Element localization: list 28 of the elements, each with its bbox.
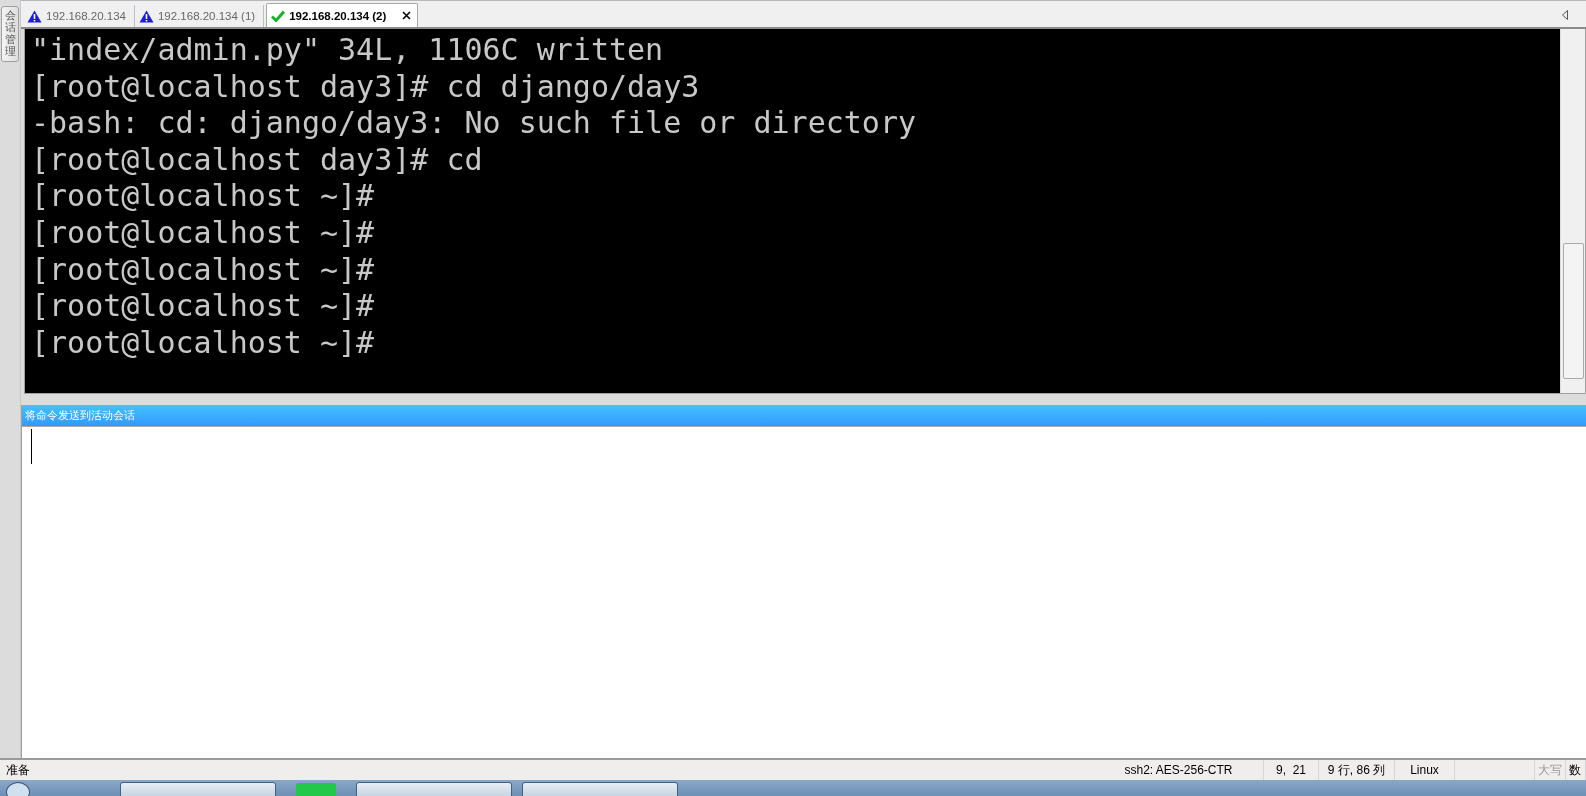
taskbar-button[interactable] bbox=[356, 782, 512, 796]
terminal-line: -bash: cd: django/day3: No such file or directory bbox=[31, 105, 916, 142]
terminal-line: [root@localhost ~]# bbox=[31, 324, 375, 362]
terminal-line: [root@localhost day3]# cd django/day3 bbox=[31, 68, 700, 106]
taskbar-button[interactable] bbox=[120, 782, 276, 796]
check-icon bbox=[271, 9, 286, 22]
pane-title: 将命令发送到活动会话 bbox=[25, 408, 135, 423]
session-tab[interactable]: 192.168.20.134 (2) bbox=[266, 3, 419, 27]
scrollbar[interactable] bbox=[1560, 29, 1585, 393]
terminal-line: "index/admin.py" 34L, 1106C written bbox=[31, 32, 664, 69]
terminal-line: [root@localhost ~]# bbox=[31, 288, 375, 325]
warning-icon bbox=[138, 9, 154, 23]
terminal-line: [root@localhost ~]# bbox=[31, 214, 375, 252]
terminal-line: [root@localhost ~]# bbox=[31, 251, 375, 289]
warning-icon bbox=[27, 9, 42, 23]
session-tab[interactable]: 192.168.20.134 (1) bbox=[134, 5, 265, 27]
text-cursor bbox=[31, 429, 32, 464]
command-input-field[interactable] bbox=[22, 426, 1586, 758]
start-button[interactable] bbox=[6, 782, 30, 796]
status-field: 准备 bbox=[0, 760, 1094, 780]
scroll-left-icon[interactable] bbox=[1562, 9, 1568, 20]
scrollbar-thumb[interactable] bbox=[1563, 243, 1584, 379]
terminal-line: [root@localhost ~]# bbox=[31, 178, 375, 215]
terminal-line: [root@localhost day3]# cd bbox=[31, 141, 483, 179]
taskbar-button[interactable] bbox=[522, 782, 678, 796]
close-icon[interactable] bbox=[402, 11, 412, 20]
session-tab[interactable]: 192.168.20.134 bbox=[23, 5, 135, 27]
session-manager-tab[interactable]: 会话管理 bbox=[1, 6, 19, 63]
